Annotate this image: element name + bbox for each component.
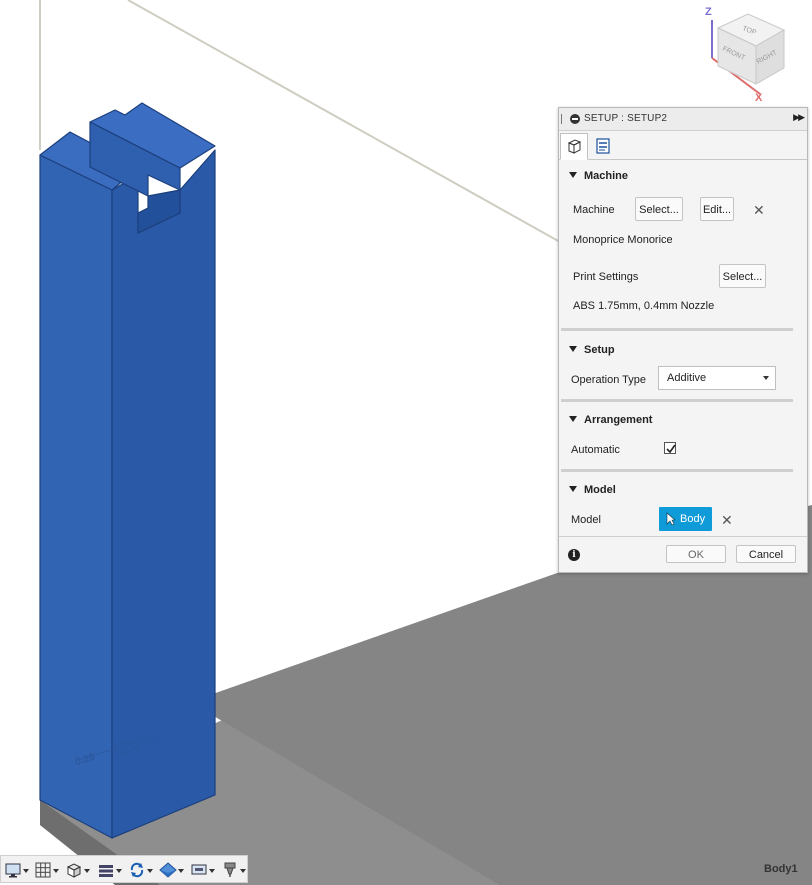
section-divider [561,469,793,472]
layers-icon [99,865,113,877]
print-settings-value: ABS 1.75mm, 0.4mm Nozzle [573,300,715,312]
operation-type-select[interactable]: Additive [658,366,776,390]
setup-cube-icon [567,139,582,154]
navigation-toolbar [0,855,248,883]
screen-icon [191,864,207,875]
ok-button[interactable]: OK [666,545,726,563]
setup-panel: SETUP : SETUP2 ▶▶ Machine Machine Select… [558,107,808,573]
nozzle-settings-button[interactable] [221,861,249,879]
z-axis-label: Z [705,6,712,18]
section-divider [561,399,793,402]
cursor-arrow-icon [666,512,676,526]
cancel-button[interactable]: Cancel [736,545,796,563]
model-label: Model [571,514,601,526]
blue-part-body[interactable] [39,102,216,839]
model-clear-icon[interactable]: ✕ [721,513,733,527]
view-cube[interactable]: TOP FRONT RIGHT Z X [700,2,810,106]
machine-label: Machine [573,204,615,216]
tab-post-process[interactable] [589,133,615,158]
machine-edit-button[interactable]: Edit... [700,197,734,221]
gcode-icon [596,138,610,154]
orbit-icon [130,862,144,878]
layers-button[interactable] [97,861,125,879]
tab-setup[interactable] [560,133,588,160]
print-settings-label: Print Settings [573,271,639,283]
collapse-icon[interactable] [570,114,580,124]
automatic-checkbox[interactable] [664,442,676,454]
section-divider [561,328,793,331]
info-icon[interactable]: i [568,549,580,561]
x-axis-label: X [755,92,763,104]
grid-settings-button[interactable] [34,861,62,879]
diamond-icon [159,862,177,878]
arrangement-section-heading[interactable]: Arrangement [569,414,652,426]
drag-grip-icon[interactable] [561,114,562,124]
panel-footer: i OK Cancel [559,536,807,573]
orbit-button[interactable] [128,861,156,879]
visual-style-button[interactable] [159,861,187,879]
view-mode-button[interactable] [65,861,93,879]
panel-tabs [559,131,807,160]
model-body-selection[interactable]: Body [659,507,712,531]
selected-body-name: Body1 [764,863,798,875]
print-settings-select-button[interactable]: Select... [719,264,766,288]
automatic-label: Automatic [571,444,620,456]
panel-header[interactable]: SETUP : SETUP2 ▶▶ [559,108,807,131]
operation-type-label: Operation Type [571,374,647,386]
grid-icon [35,862,51,878]
model-body-label: Body [680,513,706,525]
machine-clear-icon[interactable]: ✕ [753,203,765,217]
display-settings-button[interactable] [4,861,32,879]
chevron-down-icon [763,376,769,380]
checkmark-icon [666,444,676,454]
operation-type-value: Additive [667,372,707,384]
panel-title: SETUP : SETUP2 [584,113,668,124]
machine-section-heading[interactable]: Machine [569,170,628,182]
model-section-heading[interactable]: Model [569,484,616,496]
environment-button[interactable] [190,861,218,879]
expand-panel-icon[interactable]: ▶▶ [793,112,805,123]
nozzle-icon [224,862,236,877]
machine-name: Monoprice Monorice [573,234,673,246]
setup-section-heading[interactable]: Setup [569,344,615,356]
view-cube-icon [66,863,82,878]
machine-select-button[interactable]: Select... [635,197,683,221]
monitor-icon [5,863,21,878]
